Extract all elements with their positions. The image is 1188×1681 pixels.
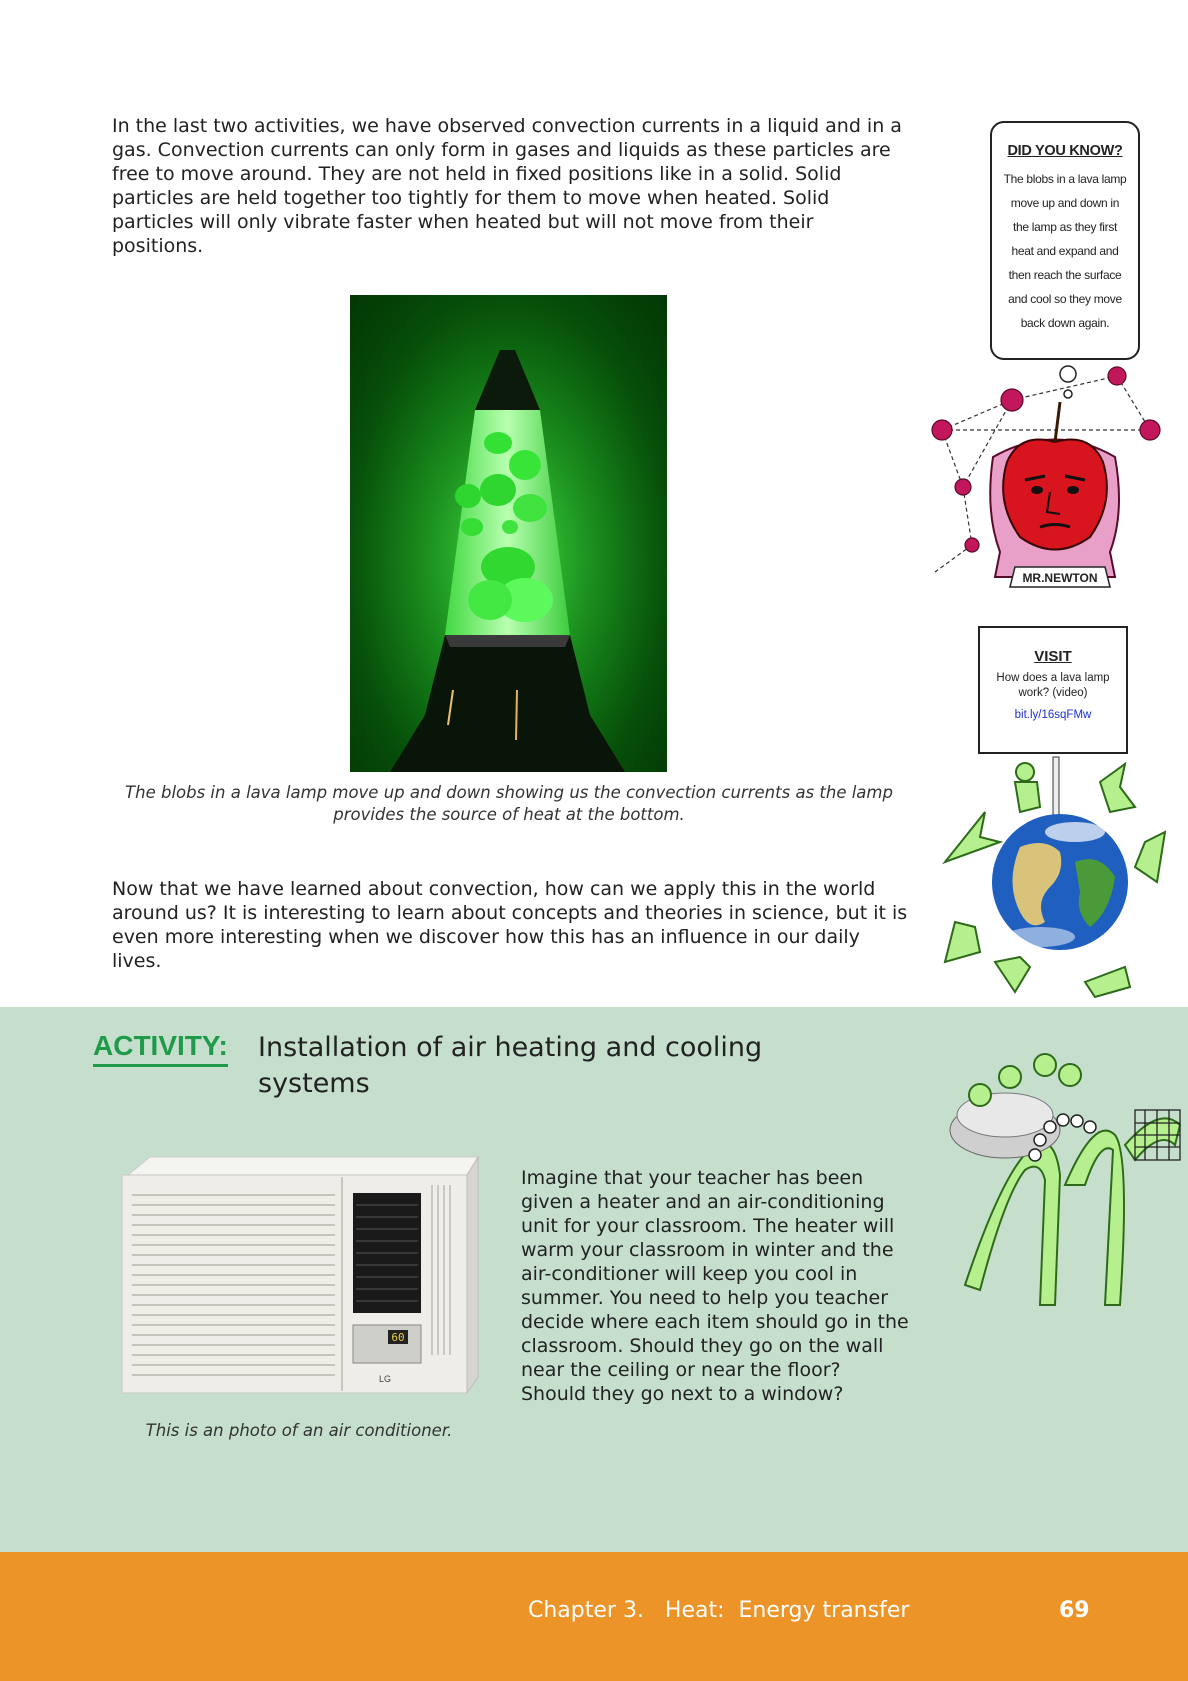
earth-recycle-illustration xyxy=(925,752,1175,1007)
air-conditioner-photo: 60 LG xyxy=(120,1155,480,1395)
visit-text: How does a lava lamp work? (video) xyxy=(996,672,1110,699)
activity-label: ACTIVITY: xyxy=(93,1030,228,1067)
newton-apple-head-icon: MR.NEWTON xyxy=(931,365,1161,588)
newton-illustration: MR.NEWTON xyxy=(925,362,1165,602)
activity-text: Imagine that your teacher has been given… xyxy=(521,1167,909,1405)
did-you-know-text: The blobs in a lava lamp move up and dow… xyxy=(1003,172,1127,330)
visit-box: VISIT How does a lava lamp work? (video)… xyxy=(978,626,1128,754)
application-paragraph: Now that we have learned about convectio… xyxy=(112,878,908,972)
newton-banner-text: MR.NEWTON xyxy=(1022,571,1097,585)
lava-lamp-photo xyxy=(350,295,667,772)
earth-globe-icon xyxy=(941,756,1167,999)
air-conditioner-illustration: 60 LG xyxy=(121,1155,479,1395)
air-conditioner-caption: This is an photo of an air conditioner. xyxy=(145,1421,453,1440)
lava-lamp-caption: The blobs in a lava lamp move up and dow… xyxy=(125,783,893,824)
activity-title: Installation of air heating and cooling … xyxy=(258,1032,763,1099)
footer-chapter-title: Chapter 3. Heat: Energy transfer xyxy=(528,1598,910,1623)
did-you-know-box: DID YOU KNOW? The blobs in a lava lamp m… xyxy=(990,121,1140,360)
roller-coaster-icon xyxy=(949,1053,1182,1306)
did-you-know-title: DID YOU KNOW? xyxy=(1007,143,1123,159)
page-number: 69 xyxy=(1059,1598,1090,1623)
visit-link[interactable]: bit.ly/16sqFMw xyxy=(980,709,1126,721)
slinky-coaster-illustration xyxy=(945,1035,1185,1315)
intro-paragraph: In the last two activities, we have obse… xyxy=(112,115,902,257)
ac-brand-logo: LG xyxy=(379,1374,391,1384)
lava-lamp-illustration xyxy=(350,295,667,772)
visit-title: VISIT xyxy=(1034,648,1072,665)
ac-display-readout: 60 xyxy=(391,1331,404,1344)
